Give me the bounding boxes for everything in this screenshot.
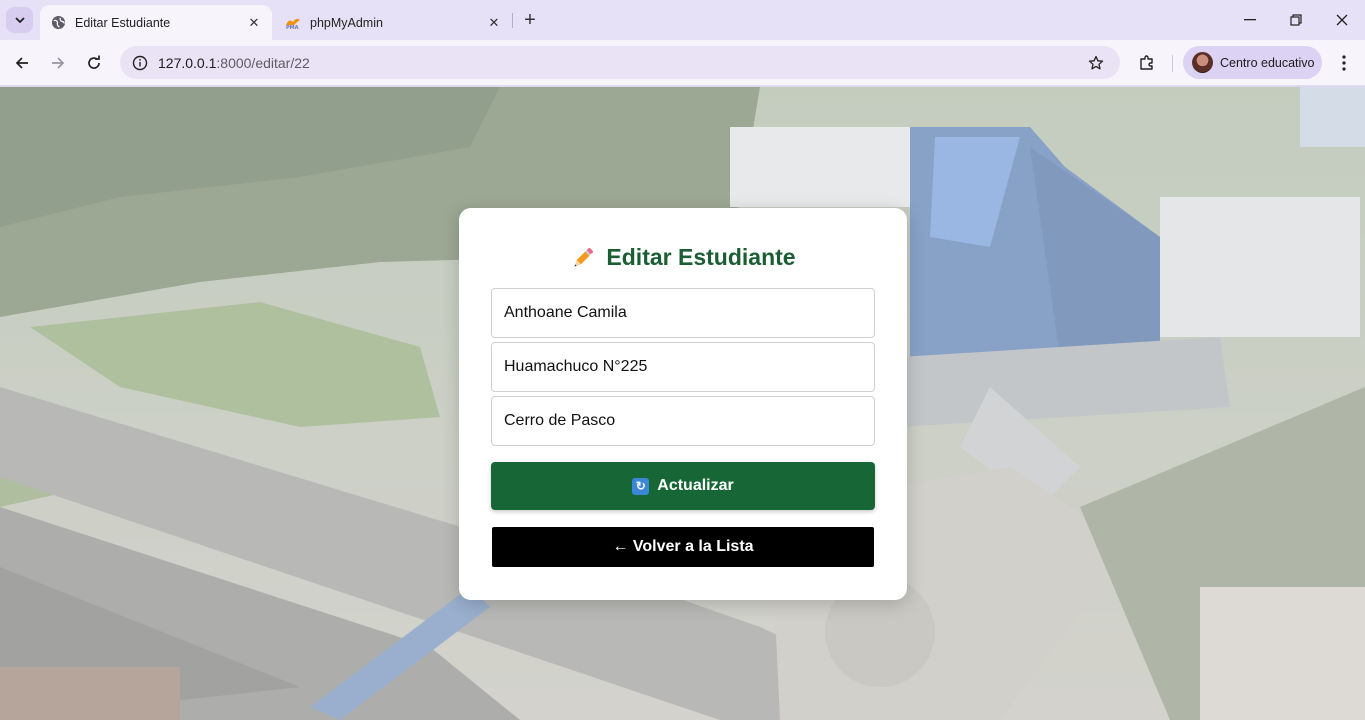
avatar xyxy=(1192,52,1213,73)
page-title: Editar Estudiante xyxy=(459,244,907,271)
reload-button[interactable] xyxy=(79,48,109,78)
update-button[interactable]: ↻ Actualizar xyxy=(491,462,875,510)
tab-editar-estudiante[interactable]: Editar Estudiante ✕ xyxy=(40,5,272,40)
page-viewport: Editar Estudiante ↻ Actualizar ← Volver … xyxy=(0,87,1365,720)
address-bar[interactable]: 127.0.0.1:8000/editar/22 xyxy=(120,46,1120,79)
tab-search-button[interactable] xyxy=(6,7,33,33)
restore-icon xyxy=(1290,14,1302,26)
forward-button[interactable] xyxy=(43,48,73,78)
phpmyadmin-icon: PMA xyxy=(285,15,301,31)
close-icon[interactable]: ✕ xyxy=(483,12,505,34)
url-text: 127.0.0.1:8000/editar/22 xyxy=(158,55,310,71)
site-info-icon[interactable] xyxy=(130,53,150,73)
arrow-right-icon xyxy=(52,57,65,69)
name-field[interactable] xyxy=(491,288,875,338)
update-button-label: Actualizar xyxy=(657,477,734,494)
profile-button[interactable]: Centro educativo xyxy=(1183,46,1322,79)
minimize-button[interactable] xyxy=(1230,6,1270,34)
new-tab-button[interactable]: + xyxy=(518,9,542,31)
restore-button[interactable] xyxy=(1276,6,1316,34)
tab-phpmyadmin[interactable]: PMA phpMyAdmin ✕ xyxy=(276,5,512,40)
chevron-down-icon xyxy=(14,17,25,23)
browser-toolbar: 127.0.0.1:8000/editar/22 Centro educativ… xyxy=(0,40,1365,86)
globe-icon xyxy=(50,15,66,31)
extensions-icon[interactable] xyxy=(1134,50,1160,76)
pencil-icon xyxy=(574,247,594,266)
tab-title: Editar Estudiante xyxy=(75,15,171,30)
url-path: :8000/editar/22 xyxy=(216,54,310,71)
bookmark-star-icon[interactable] xyxy=(1086,53,1106,73)
address-field[interactable] xyxy=(491,342,875,392)
url-host: 127.0.0.1 xyxy=(158,54,217,71)
reload-icon xyxy=(88,55,100,69)
svg-text:PMA: PMA xyxy=(286,25,299,30)
tab-strip: Editar Estudiante ✕ PMA phpMyAdmin ✕ + xyxy=(0,0,1365,40)
title-text: Editar Estudiante xyxy=(606,244,796,270)
back-button[interactable] xyxy=(7,48,37,78)
toolbar-divider xyxy=(1172,55,1173,72)
back-button-label: ← Volver a la Lista xyxy=(612,538,754,555)
edit-student-card: Editar Estudiante ↻ Actualizar ← Volver … xyxy=(459,208,907,600)
city-field[interactable] xyxy=(491,396,875,446)
refresh-icon: ↻ xyxy=(632,477,650,495)
close-icon xyxy=(1336,14,1348,26)
browser-menu-icon[interactable] xyxy=(1331,50,1357,76)
minimize-icon xyxy=(1244,19,1256,21)
tab-title: phpMyAdmin xyxy=(310,15,383,30)
profile-name: Centro educativo xyxy=(1220,55,1315,70)
arrow-left-icon xyxy=(15,57,28,69)
close-window-button[interactable] xyxy=(1322,6,1362,34)
back-to-list-button[interactable]: ← Volver a la Lista xyxy=(492,527,874,567)
tab-divider xyxy=(512,13,513,28)
close-icon[interactable]: ✕ xyxy=(243,12,265,34)
